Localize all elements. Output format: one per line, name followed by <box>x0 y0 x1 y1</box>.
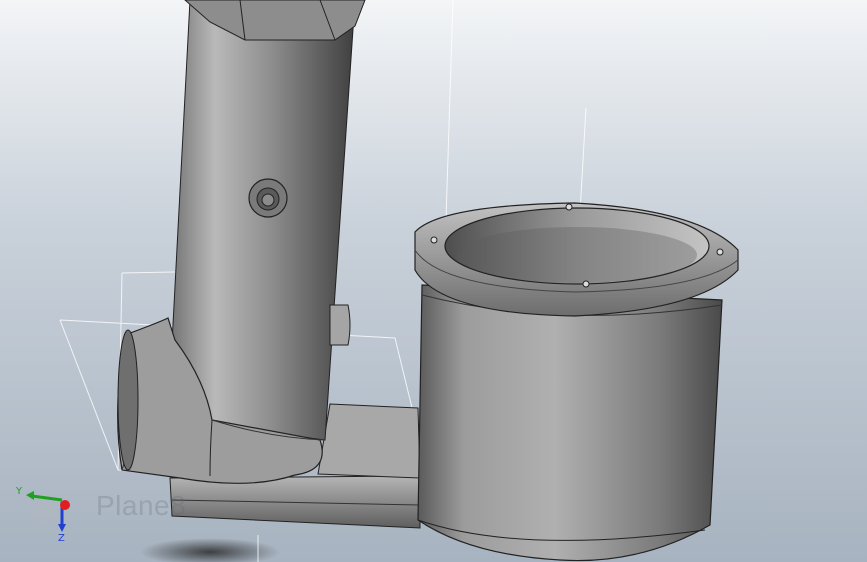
3d-model[interactable] <box>0 0 867 562</box>
x-axis-dot <box>60 500 70 510</box>
shadow <box>140 538 280 562</box>
z-axis-label: Z <box>58 533 65 542</box>
graphics-viewport[interactable]: Plane8 Y Z <box>0 0 867 562</box>
cup-housing[interactable] <box>414 202 739 562</box>
y-axis-label: Y <box>15 486 23 497</box>
reference-triad: Y Z <box>15 486 70 542</box>
triad-base <box>30 502 58 522</box>
y-axis-arrow <box>26 491 63 502</box>
plane-label[interactable]: Plane8 <box>96 490 186 522</box>
vertical-tube[interactable] <box>167 0 366 441</box>
